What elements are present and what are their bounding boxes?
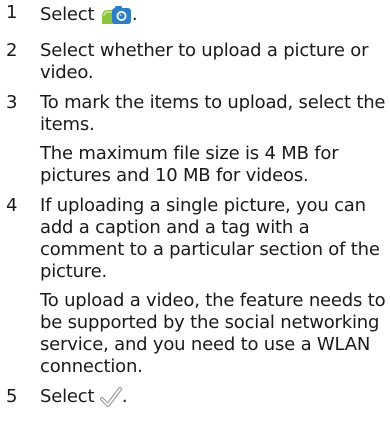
step-text: Select whether to upload a picture or vi…	[40, 40, 369, 83]
step-number: 4	[6, 195, 18, 216]
step-text: Select .	[40, 2, 388, 32]
step-5: 5 Select .	[6, 386, 388, 414]
checkmark-icon	[99, 386, 122, 414]
step-number: 5	[6, 386, 18, 407]
step-note: The maximum file size is 4 MB for pictur…	[40, 143, 339, 186]
step-text: If uploading a single picture, you can a…	[40, 195, 380, 282]
instruction-steps: 1 Select . 2 Select whether to upload a …	[6, 2, 388, 422]
step-number: 2	[6, 40, 18, 61]
camera-upload-icon	[100, 2, 132, 32]
step-number: 1	[6, 2, 18, 23]
step-4: 4 If uploading a single picture, you can…	[6, 195, 388, 378]
step-text: To mark the items to upload, select the …	[40, 92, 386, 135]
step-3: 3 To mark the items to upload, select th…	[6, 92, 388, 187]
step-2: 2 Select whether to upload a picture or …	[6, 40, 388, 84]
step-note: To upload a video, the feature needs to …	[40, 290, 386, 377]
step-number: 3	[6, 92, 18, 113]
step-1: 1 Select .	[6, 2, 388, 32]
step-text: Select .	[40, 386, 388, 414]
